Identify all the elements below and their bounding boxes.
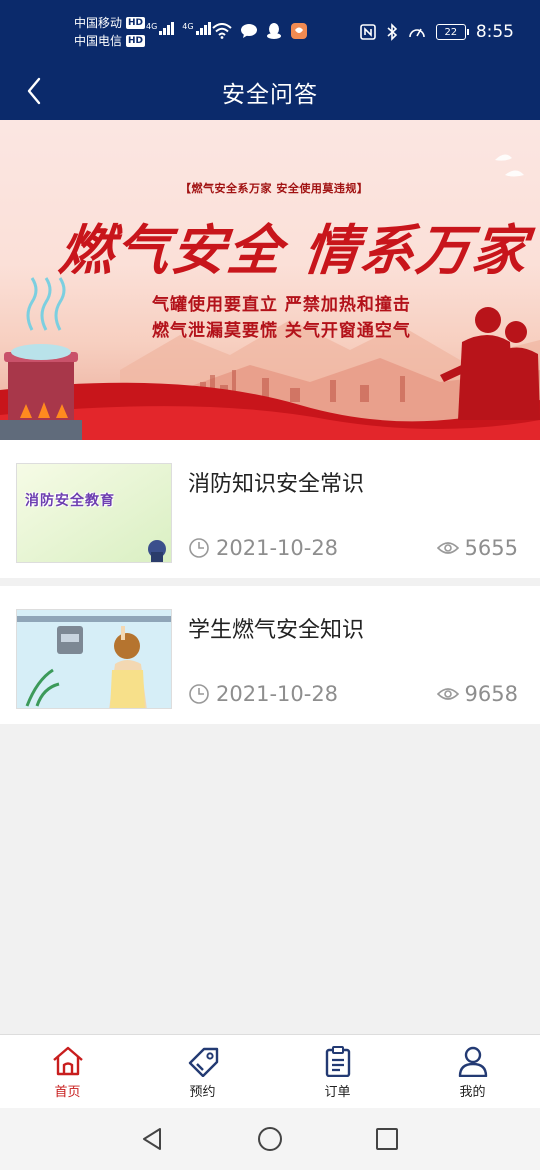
message-icon xyxy=(241,24,257,38)
nav-item-booking[interactable]: 预约 xyxy=(135,1035,270,1108)
nav-label-home: 首页 xyxy=(54,1085,81,1100)
nav-label-profile: 我的 xyxy=(459,1085,486,1100)
user-icon xyxy=(458,1046,487,1077)
bluetooth-icon xyxy=(387,23,397,41)
carrier-info: 中国移动 HD 中国电信 HD xyxy=(74,14,146,50)
article-thumbnail xyxy=(16,609,172,709)
app-header: 安全问答 xyxy=(0,62,540,120)
article-item[interactable]: 学生燃气安全知识 2021-10-28 9658 xyxy=(0,586,540,724)
banner-line-2: 燃气泄漏莫要慌 关气开窗通空气 xyxy=(152,321,411,341)
page-title: 安全问答 xyxy=(222,82,318,108)
article-date: 2021-10-28 xyxy=(216,536,339,560)
app-notification-icon xyxy=(291,23,307,39)
nav-item-orders[interactable]: 订单 xyxy=(270,1035,405,1108)
hd-badge: HD xyxy=(126,35,146,47)
article-list: 消防安全教育 消防知识安全常识 2021-10-28 5655 学生燃气安全知识… xyxy=(0,440,540,724)
hd-badge: HD xyxy=(126,17,146,29)
speedometer-icon xyxy=(409,28,425,38)
nav-label-booking: 预约 xyxy=(189,1085,216,1100)
clock-icon xyxy=(189,684,209,704)
article-thumbnail: 消防安全教育 xyxy=(16,463,172,563)
article-views: 5655 xyxy=(464,536,518,560)
wifi-icon xyxy=(212,23,232,39)
article-title: 消防知识安全常识 xyxy=(188,472,365,497)
signal-icon: 4G xyxy=(146,22,175,35)
nav-label-orders: 订单 xyxy=(324,1085,351,1100)
qq-icon xyxy=(267,23,281,39)
signal-indicators: 4G 4G xyxy=(146,22,211,35)
article-views: 9658 xyxy=(464,682,518,706)
net-type-label: 4G xyxy=(146,22,158,31)
banner-line-1: 气罐使用要直立 严禁加热和撞击 xyxy=(152,295,411,315)
clock: 8:55 xyxy=(475,22,514,42)
banner-tag: 【燃气安全系万家 安全使用莫违规】 xyxy=(180,182,369,195)
tag-icon xyxy=(188,1047,218,1077)
battery-icon: 22 xyxy=(435,24,469,40)
thumbnail-text: 消防安全教育 xyxy=(25,493,115,509)
status-bar: 中国移动 HD 中国电信 HD 4G 4G 22 8:55 xyxy=(0,0,540,62)
carrier-1: 中国移动 xyxy=(74,16,123,30)
eye-icon xyxy=(436,688,459,700)
article-date: 2021-10-28 xyxy=(216,682,339,706)
carrier-2: 中国电信 xyxy=(74,34,123,48)
nav-item-profile[interactable]: 我的 xyxy=(405,1035,540,1108)
clock-icon xyxy=(189,538,209,558)
status-icons-right: 22 8:55 xyxy=(360,22,514,42)
article-item[interactable]: 消防安全教育 消防知识安全常识 2021-10-28 5655 xyxy=(0,440,540,578)
system-nav-bar xyxy=(0,1108,540,1170)
signal-icon: 4G xyxy=(182,22,211,35)
promo-banner[interactable]: 【燃气安全系万家 安全使用莫违规】 燃气安全 情系万家 气罐使用要直立 严禁加热… xyxy=(0,120,540,440)
eye-icon xyxy=(436,542,459,554)
nfc-icon xyxy=(360,24,376,40)
article-title: 学生燃气安全知识 xyxy=(188,618,365,643)
clipboard-icon xyxy=(325,1046,350,1077)
nav-item-home[interactable]: 首页 xyxy=(0,1035,135,1108)
net-type-label: 4G xyxy=(182,22,194,31)
banner-headline: 燃气安全 情系万家 xyxy=(56,218,532,282)
system-back-icon[interactable] xyxy=(140,1126,166,1152)
system-recents-icon[interactable] xyxy=(374,1126,400,1152)
system-home-icon[interactable] xyxy=(256,1125,284,1153)
article-meta: 2021-10-28 5655 xyxy=(188,536,518,560)
article-meta: 2021-10-28 9658 xyxy=(188,682,518,706)
bottom-nav: 首页 预约 订单 我的 xyxy=(0,1034,540,1108)
home-icon xyxy=(52,1046,83,1076)
